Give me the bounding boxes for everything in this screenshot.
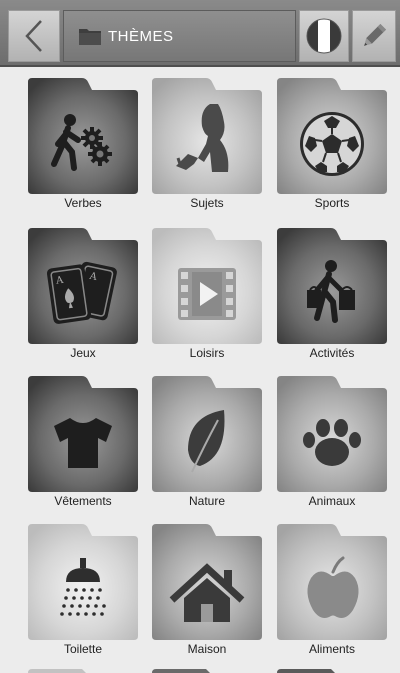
next-row-folder-stub	[152, 669, 210, 673]
french-flag-icon	[306, 18, 342, 54]
page-title-box: THÈMES	[63, 10, 296, 62]
theme-tile-sujets[interactable]: Sujets	[148, 78, 266, 213]
theme-tile-verbes[interactable]: Verbes	[24, 78, 142, 213]
themes-grid: Verbes Sujets Sports A A Jeux Loisirs Ac…	[0, 67, 400, 673]
playing-cards-icon: A A	[46, 261, 117, 324]
edit-button[interactable]	[352, 10, 396, 62]
shower-icon	[60, 558, 106, 616]
theme-tile-jeux[interactable]: A A Jeux	[24, 228, 142, 363]
chevron-left-icon	[25, 20, 42, 52]
theme-label: Toilette	[63, 642, 103, 656]
person-pointing-icon	[176, 104, 229, 172]
theme-tile-maison[interactable]: Maison	[148, 524, 266, 659]
theme-tile-vetements[interactable]: Vêtements	[24, 376, 142, 511]
apple-icon	[307, 556, 359, 618]
theme-label: Nature	[188, 494, 226, 508]
pencil-icon	[364, 23, 387, 46]
theme-label: Vêtements	[54, 494, 112, 508]
page-title: THÈMES	[108, 27, 174, 45]
next-row-folder-stub	[28, 669, 86, 673]
theme-label: Jeux	[70, 346, 96, 360]
theme-tile-toilette[interactable]: Toilette	[24, 524, 142, 659]
theme-label: Animaux	[308, 494, 356, 508]
walking-person-gears-icon	[51, 114, 112, 171]
top-bar: THÈMES	[0, 0, 400, 67]
theme-label: Loisirs	[189, 346, 225, 360]
theme-label: Sports	[314, 196, 350, 210]
theme-tile-nature[interactable]: Nature	[148, 376, 266, 511]
next-row-folder-stub	[277, 669, 335, 673]
leaf-icon	[188, 410, 225, 473]
theme-tile-activites[interactable]: Activités	[273, 228, 391, 363]
shopping-person-icon	[307, 260, 355, 323]
tshirt-icon	[54, 418, 112, 468]
theme-label: Sujets	[190, 196, 224, 210]
theme-label: Maison	[187, 642, 227, 656]
theme-label: Verbes	[64, 196, 102, 210]
back-button[interactable]	[8, 10, 60, 62]
theme-tile-animaux[interactable]: Animaux	[273, 376, 391, 511]
theme-label: Aliments	[308, 642, 355, 656]
theme-tile-loisirs[interactable]: Loisirs	[148, 228, 266, 363]
folder-icon	[79, 29, 101, 45]
video-film-icon	[178, 268, 236, 320]
soccer-ball-icon	[300, 112, 364, 176]
theme-tile-sports[interactable]: Sports	[273, 78, 391, 213]
theme-tile-aliments[interactable]: Aliments	[273, 524, 391, 659]
language-flag-button[interactable]	[299, 10, 349, 62]
paw-print-icon	[303, 419, 361, 466]
theme-label: Activités	[309, 346, 355, 360]
house-icon	[169, 563, 245, 622]
